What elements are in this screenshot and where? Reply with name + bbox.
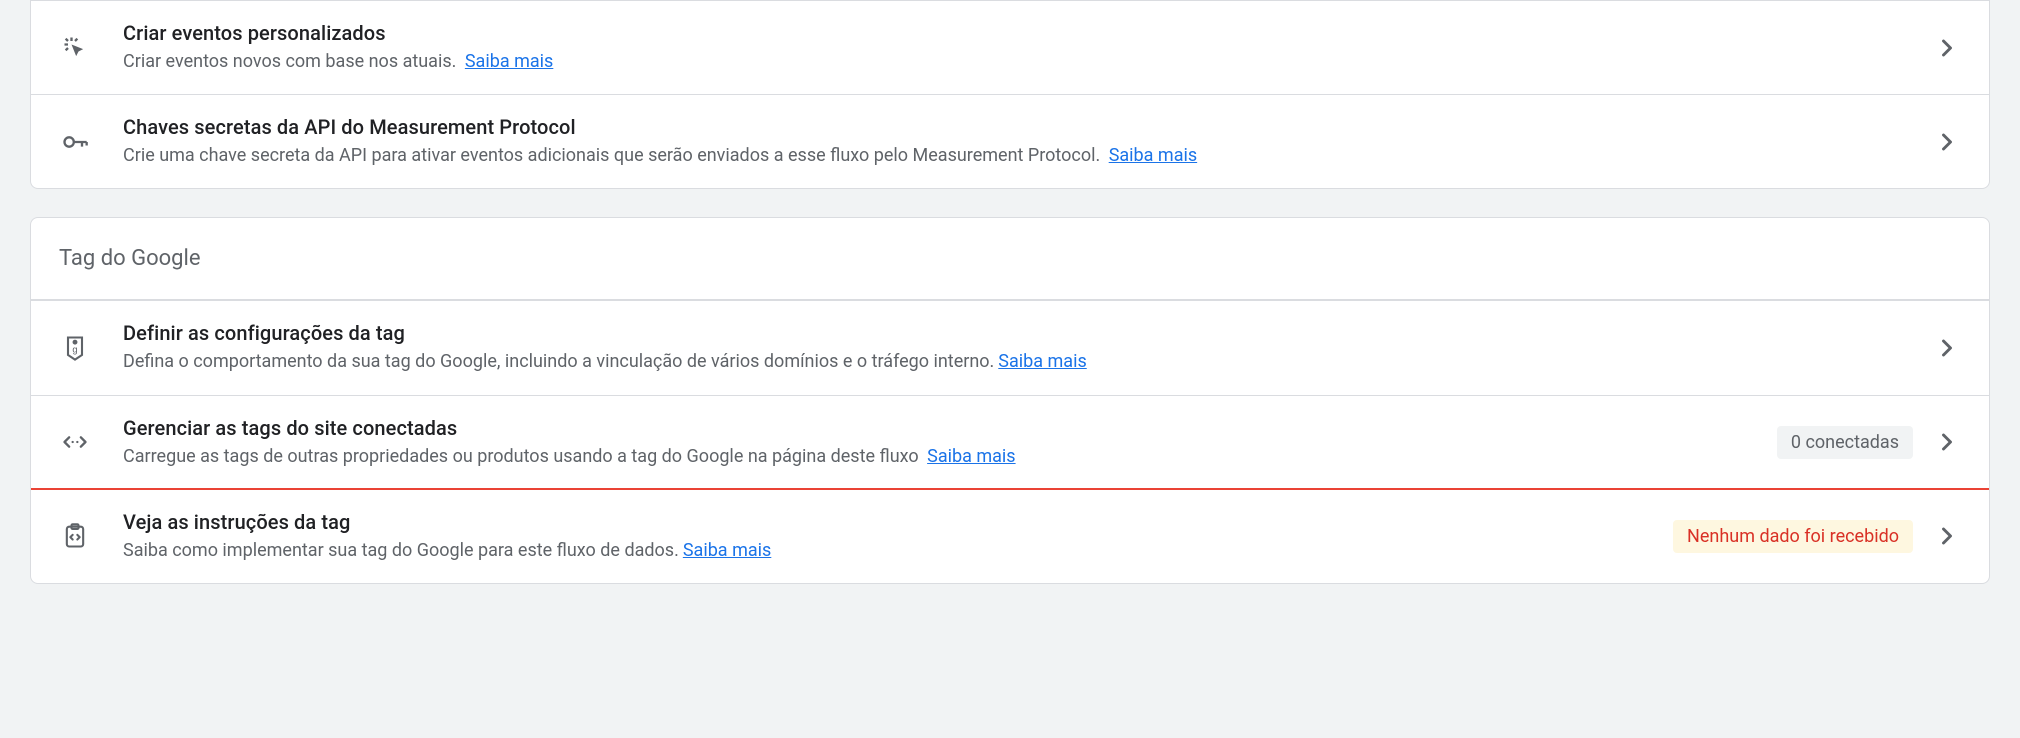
learn-more-link[interactable]: Saiba mais bbox=[465, 51, 553, 72]
section-header: Tag do Google bbox=[31, 218, 1989, 300]
api-secrets-row[interactable]: Chaves secretas da API do Measurement Pr… bbox=[31, 94, 1989, 188]
row-title: Gerenciar as tags do site conectadas bbox=[123, 416, 1761, 440]
chevron-right-icon bbox=[1933, 428, 1961, 456]
row-description: Criar eventos novos com base nos atuais.… bbox=[123, 49, 1913, 74]
row-body: Definir as configurações da tag Defina o… bbox=[123, 321, 1913, 374]
row-title: Criar eventos personalizados bbox=[123, 21, 1913, 45]
row-body: Veja as instruções da tag Saiba como imp… bbox=[123, 510, 1657, 563]
chevron-right-icon bbox=[1933, 522, 1961, 550]
chevron-right-icon bbox=[1933, 334, 1961, 362]
connected-count-badge: 0 conectadas bbox=[1777, 426, 1913, 459]
row-title: Veja as instruções da tag bbox=[123, 510, 1657, 534]
row-body: Criar eventos personalizados Criar event… bbox=[123, 21, 1913, 74]
key-icon bbox=[59, 126, 91, 158]
no-data-warning-badge: Nenhum dado foi recebido bbox=[1673, 520, 1913, 553]
create-custom-events-row[interactable]: Criar eventos personalizados Criar event… bbox=[31, 1, 1989, 94]
connected-site-tags-row[interactable]: Gerenciar as tags do site conectadas Car… bbox=[31, 395, 1989, 489]
learn-more-link[interactable]: Saiba mais bbox=[683, 540, 771, 561]
learn-more-link[interactable]: Saiba mais bbox=[927, 446, 1015, 467]
clipboard-code-icon bbox=[59, 520, 91, 552]
tag-settings-row[interactable]: g Definir as configurações da tag Defina… bbox=[31, 300, 1989, 394]
events-card: Criar eventos personalizados Criar event… bbox=[30, 0, 1990, 189]
cursor-click-icon bbox=[59, 32, 91, 64]
learn-more-link[interactable]: Saiba mais bbox=[1109, 145, 1197, 166]
tag-instructions-row[interactable]: Veja as instruções da tag Saiba como imp… bbox=[31, 489, 1989, 583]
row-title: Definir as configurações da tag bbox=[123, 321, 1913, 345]
row-description: Saiba como implementar sua tag do Google… bbox=[123, 538, 1657, 563]
svg-text:g: g bbox=[72, 345, 77, 355]
row-body: Gerenciar as tags do site conectadas Car… bbox=[123, 416, 1761, 469]
row-description: Defina o comportamento da sua tag do Goo… bbox=[123, 349, 1913, 374]
chevron-right-icon bbox=[1933, 128, 1961, 156]
row-description: Carregue as tags de outras propriedades … bbox=[123, 444, 1761, 469]
row-body: Chaves secretas da API do Measurement Pr… bbox=[123, 115, 1913, 168]
chevron-right-icon bbox=[1933, 34, 1961, 62]
row-description: Crie uma chave secreta da API para ativa… bbox=[123, 143, 1913, 168]
google-tag-card: Tag do Google g Definir as configurações… bbox=[30, 217, 1990, 584]
code-brackets-icon bbox=[59, 426, 91, 458]
tag-label-icon: g bbox=[59, 332, 91, 364]
learn-more-link[interactable]: Saiba mais bbox=[998, 351, 1086, 372]
row-title: Chaves secretas da API do Measurement Pr… bbox=[123, 115, 1913, 139]
